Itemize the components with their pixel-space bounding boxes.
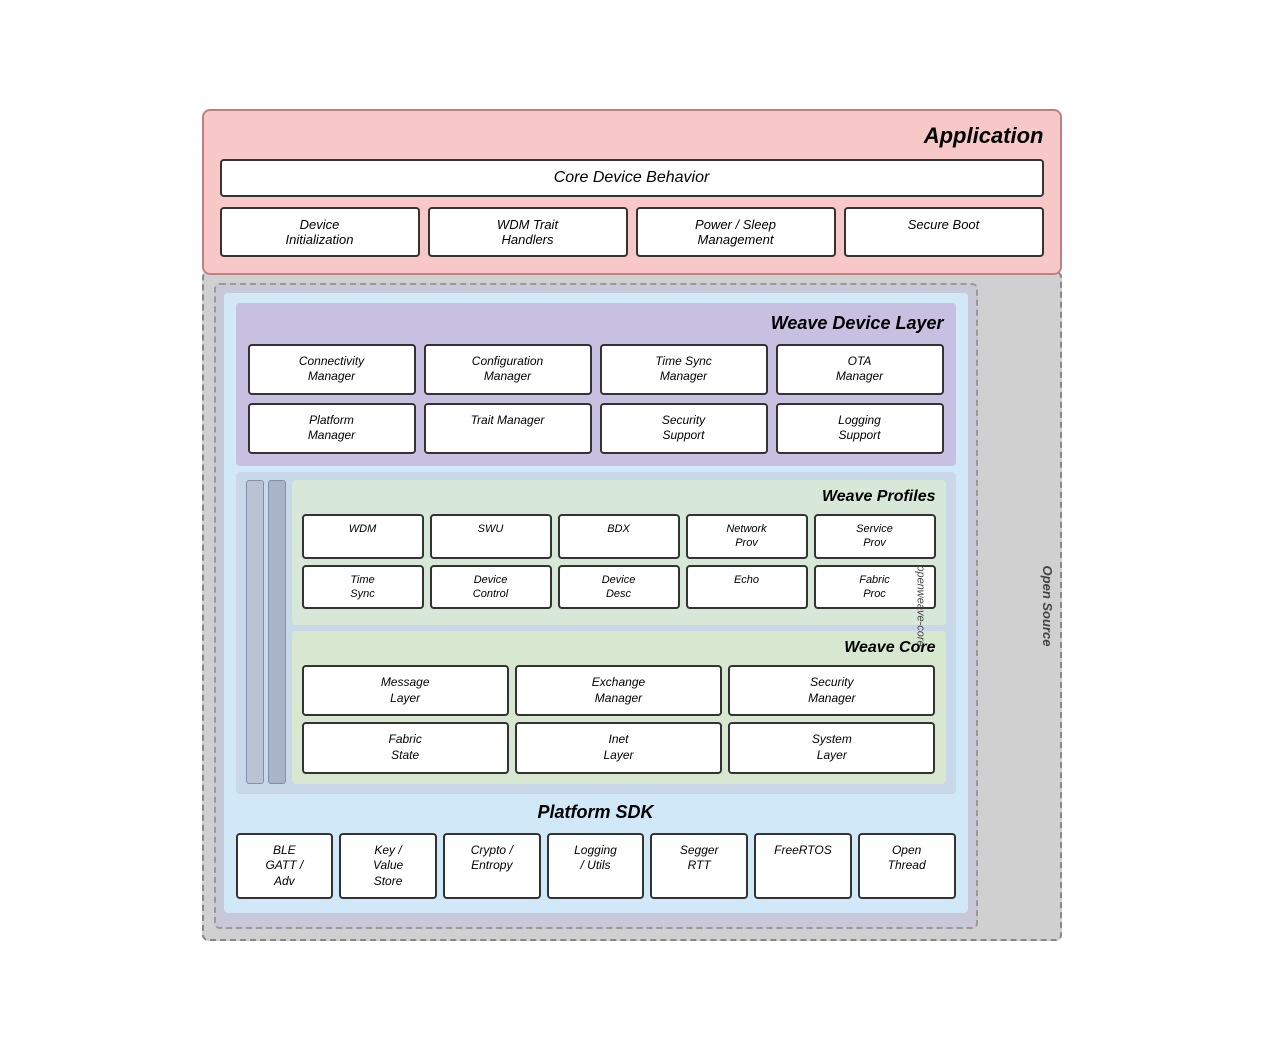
- platform-sdk-title: Platform SDK: [236, 802, 956, 823]
- ota-manager-box: OTAManager: [776, 344, 944, 395]
- security-manager-box: SecurityManager: [728, 665, 935, 716]
- crypto-entropy-box: Crypto /Entropy: [443, 833, 541, 900]
- right-section: Weave Profiles WDM SWU BDX NetworkProv S…: [292, 480, 946, 784]
- openweave-label: openweave-core: [915, 565, 927, 646]
- device-layer-grid: ConnectivityManager ConfigurationManager…: [248, 344, 944, 454]
- bdx-box: BDX: [558, 514, 680, 559]
- logging-utils-box: Logging/ Utils: [547, 833, 645, 900]
- open-source-container: Weave Device Layer ConnectivityManager C…: [202, 271, 1062, 942]
- key-value-store-box: Key /ValueStore: [339, 833, 437, 900]
- platform-sdk-area: Weave Device Layer ConnectivityManager C…: [224, 293, 968, 914]
- weave-core-area: Weave Core MessageLayer ExchangeManager …: [292, 631, 946, 783]
- connectivity-manager-box: ConnectivityManager: [248, 344, 416, 395]
- time-sync-manager-box: Time SyncManager: [600, 344, 768, 395]
- l-bar-2: [268, 480, 286, 784]
- app-sub-row: DeviceInitialization WDM TraitHandlers P…: [220, 207, 1044, 257]
- security-support-box: SecuritySupport: [600, 403, 768, 454]
- profiles-row1: WDM SWU BDX NetworkProv ServiceProv: [302, 514, 936, 559]
- weave-core-title: Weave Core: [302, 639, 936, 657]
- open-source-label: Open Source: [1040, 566, 1055, 647]
- wdm-box: WDM: [302, 514, 424, 559]
- device-control-box: DeviceControl: [430, 565, 552, 610]
- openweave-container: Weave Device Layer ConnectivityManager C…: [214, 283, 978, 930]
- profiles-row2: TimeSync DeviceControl DeviceDesc Echo F…: [302, 565, 936, 610]
- weave-profiles-area: Weave Profiles WDM SWU BDX NetworkProv S…: [292, 480, 946, 625]
- segger-rtt-box: SeggerRTT: [650, 833, 748, 900]
- time-sync-profile-box: TimeSync: [302, 565, 424, 610]
- core-grid: MessageLayer ExchangeManager SecurityMan…: [302, 665, 936, 773]
- logging-support-box: LoggingSupport: [776, 403, 944, 454]
- echo-box: Echo: [686, 565, 808, 610]
- open-thread-box: OpenThread: [858, 833, 956, 900]
- inner-weave-area: Weave Profiles WDM SWU BDX NetworkProv S…: [236, 472, 956, 794]
- weave-device-layer: Weave Device Layer ConnectivityManager C…: [236, 303, 956, 466]
- network-prov-box: NetworkProv: [686, 514, 808, 559]
- platform-manager-box: PlatformManager: [248, 403, 416, 454]
- trait-manager-box: Trait Manager: [424, 403, 592, 454]
- swu-box: SWU: [430, 514, 552, 559]
- secure-boot-box: Secure Boot: [844, 207, 1044, 257]
- system-layer-box: SystemLayer: [728, 722, 935, 773]
- device-desc-box: DeviceDesc: [558, 565, 680, 610]
- fabric-state-box: FabricState: [302, 722, 509, 773]
- nested-l-container: Weave Profiles WDM SWU BDX NetworkProv S…: [246, 480, 946, 784]
- diagram-wrapper: Application Core Device Behavior DeviceI…: [182, 89, 1082, 962]
- l-shape-bars: [246, 480, 286, 784]
- l-bar-1: [246, 480, 264, 784]
- service-prov-box: ServiceProv: [814, 514, 936, 559]
- ble-gatt-box: BLEGATT /Adv: [236, 833, 334, 900]
- weave-device-title: Weave Device Layer: [248, 313, 944, 334]
- inet-layer-box: InetLayer: [515, 722, 722, 773]
- application-layer: Application Core Device Behavior DeviceI…: [202, 109, 1062, 275]
- weave-profiles-title: Weave Profiles: [302, 488, 936, 506]
- power-sleep-box: Power / SleepManagement: [636, 207, 836, 257]
- application-title: Application: [220, 123, 1044, 149]
- core-device-behavior-box: Core Device Behavior: [220, 159, 1044, 197]
- platform-sdk-row: BLEGATT /Adv Key /ValueStore Crypto /Ent…: [236, 833, 956, 900]
- wdm-trait-handlers-box: WDM TraitHandlers: [428, 207, 628, 257]
- configuration-manager-box: ConfigurationManager: [424, 344, 592, 395]
- message-layer-box: MessageLayer: [302, 665, 509, 716]
- platform-sdk-bottom: Platform SDK BLEGATT /Adv Key /ValueStor…: [236, 802, 956, 900]
- freertos-box: FreeRTOS: [754, 833, 852, 900]
- exchange-manager-box: ExchangeManager: [515, 665, 722, 716]
- device-initialization-box: DeviceInitialization: [220, 207, 420, 257]
